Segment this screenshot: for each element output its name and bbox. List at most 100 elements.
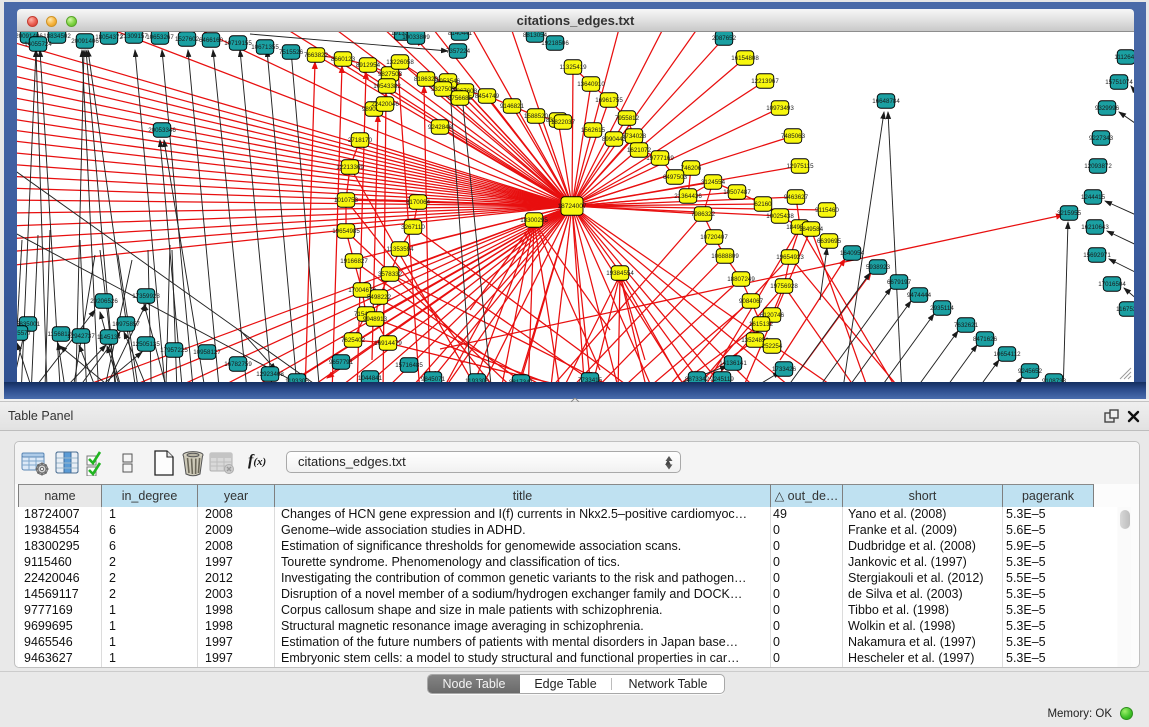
svg-text:9948913: 9948913 — [363, 316, 388, 323]
svg-text:15751074: 15751074 — [1105, 79, 1133, 86]
svg-text:5938923: 5938923 — [866, 264, 891, 271]
svg-text:19756928: 19756928 — [770, 283, 798, 290]
svg-text:17359928: 17359928 — [132, 293, 160, 300]
svg-text:16782759: 16782759 — [224, 361, 252, 368]
svg-text:8756685: 8756685 — [448, 95, 473, 102]
svg-text:19218506: 19218506 — [541, 40, 569, 47]
svg-text:9115460: 9115460 — [815, 207, 839, 214]
svg-text:13640910: 13640910 — [577, 81, 605, 88]
svg-text:62160: 62160 — [754, 201, 772, 208]
svg-text:1527602: 1527602 — [175, 36, 200, 43]
svg-text:10975857: 10975857 — [112, 321, 140, 328]
svg-text:18300295: 18300295 — [520, 217, 548, 224]
svg-text:1112640: 1112640 — [1114, 54, 1134, 61]
svg-text:1193305: 1193305 — [285, 378, 309, 382]
svg-text:6497503: 6497503 — [663, 174, 688, 181]
svg-text:1167533: 1167533 — [1116, 306, 1134, 313]
svg-text:14055724: 14055724 — [24, 41, 52, 48]
svg-text:1849584: 1849584 — [799, 226, 824, 233]
svg-text:7986322: 7986322 — [691, 211, 716, 218]
svg-text:9474444: 9474444 — [907, 292, 932, 299]
svg-text:9146821: 9146821 — [500, 103, 525, 110]
svg-text:3215955: 3215955 — [1057, 210, 1082, 217]
svg-text:11353594: 11353594 — [386, 246, 414, 253]
svg-text:10720407: 10720407 — [700, 234, 728, 241]
svg-text:21364436: 21364436 — [674, 193, 702, 200]
svg-text:9227343: 9227343 — [1089, 135, 1114, 142]
svg-text:18724007: 18724007 — [558, 203, 587, 210]
svg-text:1588520: 1588520 — [524, 113, 549, 120]
svg-text:1640954: 1640954 — [840, 250, 865, 257]
svg-text:9242848: 9242848 — [428, 124, 453, 131]
svg-text:10653267: 10653267 — [146, 34, 174, 41]
svg-text:12213967: 12213967 — [751, 78, 779, 85]
svg-text:16914479: 16914479 — [374, 340, 402, 347]
svg-text:746206: 746206 — [681, 165, 702, 172]
svg-text:2935114: 2935114 — [930, 305, 954, 312]
svg-text:7625402: 7625402 — [341, 337, 366, 344]
svg-text:10719155: 10719155 — [224, 40, 252, 47]
svg-text:10688809: 10688809 — [711, 253, 739, 260]
svg-text:11325419: 11325419 — [559, 64, 587, 71]
svg-text:1822037: 1822037 — [551, 119, 576, 126]
svg-text:10543382: 10543382 — [373, 83, 401, 90]
svg-text:14136141: 14136141 — [719, 360, 747, 367]
svg-text:6734028: 6734028 — [622, 133, 647, 140]
svg-text:3578332: 3578332 — [378, 271, 403, 278]
svg-text:17957225: 17957225 — [160, 347, 188, 354]
svg-text:10671355: 10671355 — [251, 44, 279, 51]
svg-text:5498222: 5498222 — [367, 294, 392, 301]
svg-text:16648784: 16648784 — [872, 98, 900, 105]
svg-text:8873342: 8873342 — [685, 376, 710, 382]
svg-text:6679197: 6679197 — [887, 279, 912, 286]
svg-text:19654985: 19654985 — [332, 228, 360, 235]
svg-text:2087652: 2087652 — [712, 35, 737, 42]
svg-text:10507487: 10507487 — [723, 189, 751, 196]
svg-text:16961755: 16961755 — [595, 97, 623, 104]
svg-text:3267110: 3267110 — [401, 224, 425, 231]
svg-text:9657791: 9657791 — [329, 359, 354, 366]
svg-text:1615132: 1615132 — [749, 321, 774, 328]
svg-text:9915577: 9915577 — [17, 330, 32, 337]
svg-text:1193308: 1193308 — [465, 378, 489, 382]
svg-text:16210643: 16210643 — [1081, 224, 1109, 231]
svg-text:8140441: 8140441 — [448, 32, 473, 37]
svg-text:12093872: 12093872 — [1084, 163, 1112, 170]
svg-text:7955812: 7955812 — [615, 115, 640, 122]
svg-text:7632621: 7632621 — [954, 322, 979, 329]
svg-text:10654112: 10654112 — [993, 351, 1021, 358]
svg-text:8817341: 8817341 — [509, 379, 534, 382]
svg-text:12942737: 12942737 — [67, 333, 95, 340]
svg-text:7733415: 7733415 — [578, 377, 603, 382]
svg-text:13226058: 13226058 — [386, 59, 414, 66]
svg-text:7515526: 7515526 — [279, 49, 304, 56]
svg-text:6639695: 6639695 — [817, 238, 842, 245]
svg-text:19654923: 19654923 — [776, 254, 804, 261]
svg-text:1621072: 1621072 — [627, 147, 652, 154]
svg-text:6466160: 6466160 — [199, 37, 224, 44]
svg-text:19777169: 19777169 — [646, 155, 674, 162]
svg-text:12213369: 12213369 — [336, 164, 364, 171]
svg-text:1244415: 1244415 — [1081, 194, 1106, 201]
svg-text:1010753: 1010753 — [334, 197, 359, 204]
svg-text:1733426: 1733426 — [772, 366, 797, 373]
svg-text:8186328: 8186328 — [414, 76, 439, 83]
svg-text:1562615: 1562615 — [581, 127, 606, 134]
svg-text:1145134: 1145134 — [97, 334, 121, 341]
svg-text:10033809: 10033809 — [402, 34, 430, 41]
svg-text:10973493: 10973493 — [766, 105, 794, 112]
svg-text:8471626: 8471626 — [973, 336, 998, 343]
svg-text:8170064: 8170064 — [406, 199, 431, 206]
svg-text:8660123: 8660123 — [331, 56, 356, 63]
svg-text:9329996: 9329996 — [1095, 105, 1120, 112]
svg-text:7485063: 7485063 — [781, 133, 806, 140]
svg-text:16154808: 16154808 — [731, 55, 759, 62]
svg-text:7357224: 7357224 — [446, 48, 471, 55]
svg-text:8912954: 8912954 — [356, 62, 381, 69]
svg-text:9245652: 9245652 — [1018, 368, 1043, 375]
svg-text:21309157: 21309157 — [120, 33, 148, 40]
svg-text:10958127: 10958127 — [193, 349, 221, 356]
svg-text:9845071: 9845071 — [421, 376, 446, 382]
svg-text:7663822: 7663822 — [304, 52, 329, 59]
svg-text:10025438: 10025438 — [766, 213, 794, 220]
